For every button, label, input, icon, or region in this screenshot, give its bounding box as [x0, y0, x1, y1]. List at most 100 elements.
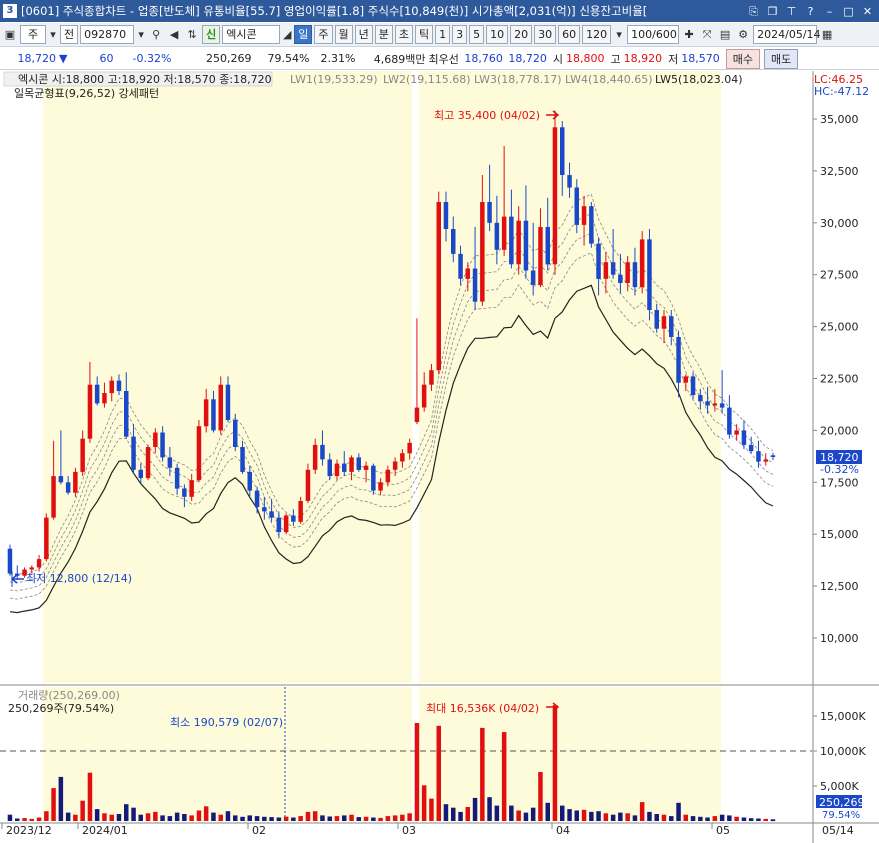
volume-pct-tag: 79.54%	[822, 810, 860, 821]
period-tab-week[interactable]: 주	[314, 25, 333, 44]
all-button[interactable]: 전	[60, 25, 79, 44]
volume-bar	[567, 809, 572, 821]
crosshair-icon[interactable]: ⤧	[699, 25, 715, 44]
market-select[interactable]: 주	[20, 25, 46, 44]
lw5-legend: LW5(18,023.04)	[655, 73, 743, 86]
window-title: [0601] 주식종합차트 - 업종[반도체] 유통비율[55.7] 영업이익률…	[21, 4, 648, 18]
y-tick-label: 32,500	[820, 165, 859, 178]
volume-bar	[603, 813, 609, 821]
candle-body	[73, 471, 78, 493]
x-label-2023-12: 2023/12	[6, 824, 52, 837]
volume-bar	[145, 813, 151, 821]
period-tab-tick[interactable]: 틱	[415, 25, 434, 44]
date-input[interactable]: 2024/05/14	[753, 25, 821, 44]
pin-icon[interactable]: ⊤	[784, 4, 799, 19]
candle-body	[87, 384, 93, 439]
close-icon[interactable]: ✕	[860, 4, 875, 19]
volume-bar	[211, 812, 216, 821]
volume-bar	[734, 816, 739, 821]
help-icon[interactable]: ?	[803, 4, 818, 19]
count-input[interactable]: 100/600	[627, 25, 680, 44]
candle-body	[639, 239, 645, 288]
candle-body	[131, 436, 136, 470]
interval-3[interactable]: 3	[452, 25, 468, 44]
period-tab-minute[interactable]: 분	[374, 25, 393, 44]
stock-menu-icon[interactable]: ◢	[282, 25, 292, 44]
volume-bar	[247, 815, 252, 821]
interval-20[interactable]: 20	[510, 25, 533, 44]
volume-bar	[487, 797, 492, 821]
candle-body	[661, 316, 667, 329]
period-tab-second[interactable]: 초	[394, 25, 413, 44]
volume-bar	[443, 804, 449, 821]
high-price: 18,920	[623, 52, 663, 65]
candle-body	[254, 490, 260, 508]
code-dropdown-icon[interactable]: ▾	[136, 25, 146, 44]
candle-body	[581, 206, 587, 225]
restore-icon[interactable]: ❐	[765, 4, 780, 19]
arrows-icon[interactable]: ⇅	[184, 25, 200, 44]
gear-icon[interactable]: ⚙	[735, 25, 751, 44]
volume-bar	[22, 818, 27, 821]
settings-panel-icon[interactable]: ▣	[2, 25, 18, 44]
high-label: 고	[610, 52, 621, 66]
volume-bar	[356, 817, 361, 821]
volume-bar	[414, 723, 420, 821]
volume-bar	[153, 811, 158, 821]
down-arrow-icon: ▼	[59, 52, 68, 65]
volume-sub-legend: 250,269주(79.54%)	[8, 702, 114, 715]
volume-bar	[80, 800, 85, 821]
interval-5[interactable]: 5	[469, 25, 485, 44]
candle-body	[705, 401, 710, 406]
volume-bar	[589, 811, 594, 821]
interval-1[interactable]: 1	[435, 25, 451, 44]
volume-bar	[727, 815, 732, 821]
volume-bar	[385, 816, 391, 821]
lw3-legend: LW3(18,778.17)	[474, 73, 562, 86]
candle-body	[7, 548, 13, 574]
candle-body	[349, 457, 354, 472]
interval-10[interactable]: 10	[486, 25, 509, 44]
interval-120[interactable]: 120	[582, 25, 612, 44]
minimize-icon[interactable]: –	[822, 4, 837, 19]
best-ask: 18,760	[464, 52, 503, 65]
volume-bar	[654, 814, 659, 821]
candle-body	[153, 432, 158, 447]
period-tab-day[interactable]: 일	[294, 25, 313, 44]
volume-bar	[124, 804, 129, 821]
buy-button[interactable]: 매수	[725, 48, 760, 69]
candle-body	[305, 469, 311, 501]
stock-name-field: 엑시콘	[222, 25, 281, 44]
stock-chart[interactable]: 35,000 32,500 30,000 27,500 25,000 22,500 20,0…	[0, 71, 879, 843]
interval-dropdown-icon[interactable]: ▾	[613, 25, 625, 44]
sell-button[interactable]: 매도	[763, 48, 799, 69]
volume-bar	[523, 812, 529, 821]
volume-bar	[639, 802, 645, 821]
sound-icon[interactable]: ◀	[166, 25, 182, 44]
period-tab-month[interactable]: 월	[334, 25, 353, 44]
interval-60[interactable]: 60	[558, 25, 581, 44]
candle-body	[596, 243, 601, 279]
interval-30[interactable]: 30	[534, 25, 557, 44]
calendar-icon[interactable]: ▦	[819, 25, 835, 44]
draw-tool-icon[interactable]: ✚	[681, 25, 697, 44]
volume-bar	[763, 818, 768, 821]
save-icon[interactable]: ▤	[717, 25, 733, 44]
stock-code-input[interactable]: 092870	[80, 25, 135, 44]
chevron-down-icon[interactable]: ▾	[48, 25, 58, 44]
volume-bar	[102, 813, 107, 821]
volume-tag: 250,269	[819, 796, 865, 809]
link-icon[interactable]: ⎘	[746, 4, 761, 19]
candle-body	[421, 384, 427, 408]
candle-body	[414, 407, 420, 423]
change-percent: -0.32%	[132, 52, 172, 65]
candle-body	[80, 438, 85, 472]
candle-body	[145, 447, 151, 479]
search-icon[interactable]: ⚲	[148, 25, 164, 44]
candle-body	[138, 469, 143, 479]
low-label: 저	[668, 52, 679, 66]
maximize-icon[interactable]: □	[841, 4, 856, 19]
candle-body	[312, 444, 318, 470]
period-tab-year[interactable]: 년	[354, 25, 373, 44]
volume-bar	[451, 807, 456, 821]
